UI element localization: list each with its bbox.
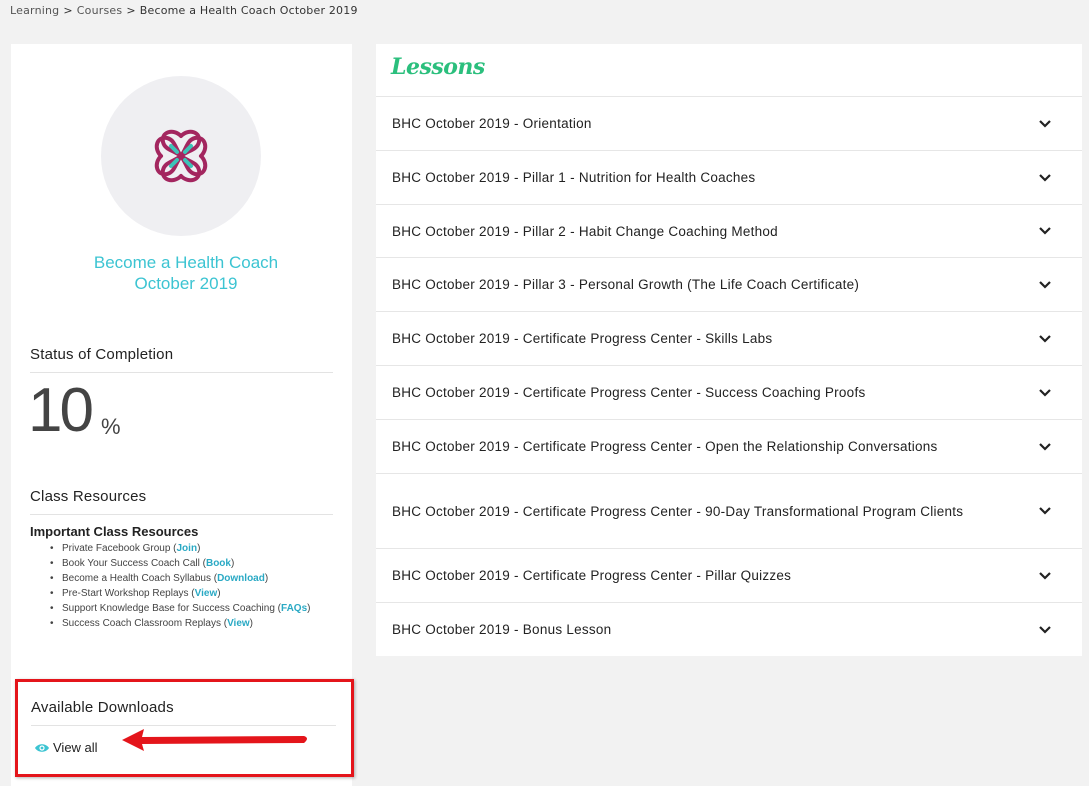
resource-link-join[interactable]: Join [177,543,198,554]
lesson-row-relationship-conversations[interactable]: BHC October 2019 - Certificate Progress … [376,419,1082,473]
lesson-label: BHC October 2019 - Certificate Progress … [392,503,964,519]
lesson-row-transformational-program[interactable]: BHC October 2019 - Certificate Progress … [376,473,1082,548]
lesson-label: BHC October 2019 - Pillar 2 - Habit Chan… [392,223,778,239]
course-title-line2: October 2019 [134,274,238,293]
lesson-row-skills-labs[interactable]: BHC October 2019 - Certificate Progress … [376,311,1082,365]
chevron-down-icon[interactable] [1038,440,1052,454]
lesson-label: BHC October 2019 - Certificate Progress … [392,439,938,454]
list-item: Become a Health Coach Syllabus (Download… [48,571,338,586]
lessons-title: Lessons [391,54,485,80]
breadcrumb-learning[interactable]: Learning [10,4,59,17]
resource-text: Pre-Start Workshop Replays ( [62,588,195,599]
chevron-down-icon[interactable] [1038,623,1052,637]
resource-suffix: ) [230,558,235,569]
resource-text: Book Your Success Coach Call ( [62,558,206,569]
chevron-down-icon[interactable] [1038,332,1052,346]
breadcrumb-current: Become a Health Coach October 2019 [139,4,358,17]
lesson-label: BHC October 2019 - Certificate Progress … [392,568,792,583]
celtic-knot-logo-icon [154,129,208,183]
view-all-label: View all [53,740,98,755]
resource-text: Private Facebook Group ( [62,543,177,554]
completion-percent: 10 [28,376,94,445]
downloads-heading: Available Downloads [31,699,336,726]
resource-text: Become a Health Coach Syllabus ( [62,573,218,584]
chevron-down-icon[interactable] [1038,224,1052,238]
resource-link-download[interactable]: Download [217,573,265,584]
eye-icon [35,743,49,752]
list-item: Private Facebook Group (Join) [48,541,338,556]
downloads-highlight-box: Available Downloads View all [15,679,354,777]
course-title: Become a Health Coach October 2019 [11,252,361,294]
lesson-row-bonus[interactable]: BHC October 2019 - Bonus Lesson [376,602,1082,656]
resources-list: Private Facebook Group (Join) Book Your … [48,541,338,631]
course-avatar [101,76,261,236]
resource-link-book[interactable]: Book [206,558,231,569]
status-heading: Status of Completion [30,346,333,373]
resource-suffix: ) [264,573,269,584]
list-item: Success Coach Classroom Replays (View) [48,616,338,631]
resource-suffix: ) [307,603,311,614]
chevron-down-icon[interactable] [1038,504,1052,518]
list-item: Book Your Success Coach Call (Book) [48,556,338,571]
annotation-arrow-icon [122,729,307,751]
list-item: Support Knowledge Base for Success Coach… [48,601,338,616]
lesson-label: BHC October 2019 - Pillar 1 - Nutrition … [392,170,756,185]
breadcrumb: Learning > Courses > Become a Health Coach O… [10,4,358,17]
lesson-row-success-proofs[interactable]: BHC October 2019 - Certificate Progress … [376,365,1082,419]
list-item: Pre-Start Workshop Replays (View) [48,586,338,601]
lesson-row-pillar-3[interactable]: BHC October 2019 - Pillar 3 - Personal G… [376,257,1082,311]
completion-unit: % [101,414,121,439]
resource-text: Success Coach Classroom Replays ( [62,618,228,629]
resource-text: Support Knowledge Base for Success Coach… [62,603,282,614]
lesson-row-pillar-2[interactable]: BHC October 2019 - Pillar 2 - Habit Chan… [376,204,1082,257]
resource-suffix: ) [197,543,201,554]
resources-heading: Class Resources [30,488,333,515]
course-title-line1: Become a Health Coach [93,253,279,272]
breadcrumb-separator: > [63,4,73,17]
resource-link-view-workshop[interactable]: View [195,588,218,599]
lesson-row-pillar-quizzes[interactable]: BHC October 2019 - Certificate Progress … [376,548,1082,602]
chevron-down-icon[interactable] [1038,569,1052,583]
resource-link-faqs[interactable]: FAQs [281,603,307,614]
chevron-down-icon[interactable] [1038,117,1052,131]
breadcrumb-separator: > [126,4,136,17]
lesson-label: BHC October 2019 - Certificate Progress … [392,385,866,400]
breadcrumb-courses[interactable]: Courses [77,4,123,17]
course-sidebar: Become a Health Coach October 2019 Statu… [11,44,354,786]
resource-suffix: ) [217,588,221,599]
resource-suffix: ) [249,618,254,629]
resource-link-view-classroom[interactable]: View [227,618,250,629]
lesson-label: BHC October 2019 - Pillar 3 - Personal G… [392,277,860,292]
chevron-down-icon[interactable] [1038,278,1052,292]
chevron-down-icon[interactable] [1038,171,1052,185]
lesson-row-pillar-1[interactable]: BHC October 2019 - Pillar 1 - Nutrition … [376,150,1082,204]
lesson-label: BHC October 2019 - Certificate Progress … [392,331,773,346]
chevron-down-icon[interactable] [1038,386,1052,400]
lessons-panel: Lessons BHC October 2019 - Orientation B… [376,44,1082,656]
lesson-label: BHC October 2019 - Orientation [392,116,592,131]
lesson-row-orientation[interactable]: BHC October 2019 - Orientation [376,96,1082,150]
lesson-label: BHC October 2019 - Bonus Lesson [392,622,612,637]
view-all-link[interactable]: View all [34,740,98,755]
resources-title: Important Class Resources [30,524,199,539]
